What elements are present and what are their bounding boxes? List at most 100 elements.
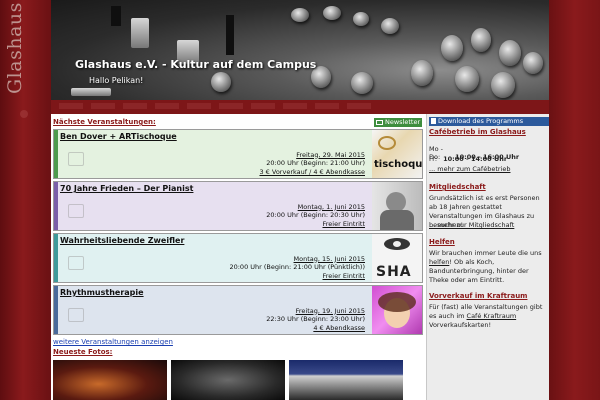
event-title[interactable]: 70 Jahre Frieden – Der Pianist <box>60 184 193 193</box>
event-accent-bar <box>54 182 58 230</box>
sidebar: Download des Programms Cafébetrieb im Gl… <box>426 114 549 400</box>
nav-item[interactable] <box>155 103 179 109</box>
membership-more-link[interactable]: ... mehr zur Mitgliedschaft <box>429 221 514 229</box>
mail-icon <box>376 120 383 125</box>
event-accent-bar <box>54 234 58 282</box>
help-heading[interactable]: Helfen <box>429 238 455 246</box>
eye-graphic <box>393 241 401 247</box>
event-thumbnail-text: SHA <box>376 264 412 280</box>
latest-photo[interactable] <box>289 360 403 400</box>
decor-dot <box>20 110 28 118</box>
console-knob <box>455 66 479 92</box>
event-thumbnail[interactable]: SHA <box>372 234 422 282</box>
help-text: Wir brauchen immer Leute die uns helfen!… <box>429 249 547 285</box>
newsletter-label: Newsletter <box>385 118 421 126</box>
event-card[interactable]: Wahrheitsliebende Zweifler Montag, 15. J… <box>53 233 423 283</box>
kraftraum-link[interactable]: Café Kraftraum <box>467 312 517 320</box>
content-area: Nächste Veranstaltungen: Newsletter Ben … <box>51 114 549 400</box>
event-date[interactable]: Montag, 1. Juni 2015 <box>266 203 365 212</box>
event-price: Freier Eintritt <box>322 219 366 228</box>
nav-item[interactable] <box>315 103 339 109</box>
event-card[interactable]: Rhythmustherapie Freitag, 19. Juni 2015 … <box>53 285 423 335</box>
event-price: 3 € Vorverkauf / 4 € Abendkasse <box>259 167 365 176</box>
photos-heading[interactable]: Neueste Fotos: <box>53 348 112 356</box>
event-thumbnail[interactable] <box>372 286 422 334</box>
console-knob <box>471 28 491 52</box>
console-slot <box>111 6 121 26</box>
console-knob <box>411 60 433 86</box>
cafe-heading[interactable]: Cafébetrieb im Glashaus <box>429 128 526 136</box>
event-thumbnail-text: tischoque <box>374 159 422 170</box>
console-knob <box>523 52 543 74</box>
film-camera-icon <box>68 204 84 218</box>
console-knob <box>353 12 369 26</box>
coffee-cup-icon <box>68 152 84 166</box>
event-time: 20:00 Uhr (Beginn: 20:30 Uhr) <box>266 211 365 219</box>
event-card[interactable]: 70 Jahre Frieden – Der Pianist Montag, 1… <box>53 181 423 231</box>
portrait-shape <box>380 210 414 230</box>
console-knob <box>351 72 373 94</box>
event-date[interactable]: Montag, 15. Juni 2015 <box>229 255 365 264</box>
console-knob <box>491 72 515 98</box>
event-date[interactable]: Freitag, 19. Juni 2015 <box>266 307 365 316</box>
console-knob <box>291 8 309 22</box>
latest-photo[interactable] <box>171 360 285 400</box>
site-title: Glashaus e.V. - Kultur auf dem Campus <box>75 58 317 71</box>
console-fader <box>71 88 111 96</box>
console-knob <box>441 35 463 61</box>
event-date[interactable]: Freitag, 29. Mai 2015 <box>259 151 365 160</box>
help-link[interactable]: helfen <box>429 258 449 266</box>
coffee-cup-icon <box>68 256 84 270</box>
event-card[interactable]: Ben Dover + ARTischoque Freitag, 29. Mai… <box>53 129 423 179</box>
event-accent-bar <box>54 286 58 334</box>
latest-photo[interactable] <box>53 360 167 400</box>
site-logo[interactable]: Glashaus <box>4 2 26 102</box>
cafe-hours-row: Fr: 10:00 - 14:00 Uhr <box>429 155 507 163</box>
cafe-hours-time: 10:00 - 14:00 Uhr <box>443 155 508 163</box>
console-knob <box>211 72 231 92</box>
hair-graphic <box>378 292 416 312</box>
event-thumbnail[interactable] <box>372 182 422 230</box>
event-title[interactable]: Wahrheitsliebende Zweifler <box>60 236 184 245</box>
nav-item[interactable] <box>59 103 83 109</box>
nav-item[interactable] <box>347 103 371 109</box>
left-decor-band: Glashaus <box>0 0 51 400</box>
guitar-icon <box>68 308 84 322</box>
event-time: 22:30 Uhr (Beginn: 23:00 Uhr) <box>266 315 365 323</box>
membership-heading[interactable]: Mitgliedschaft <box>429 183 486 191</box>
event-accent-bar <box>54 130 58 178</box>
nav-item[interactable] <box>251 103 275 109</box>
event-price: 4 € Abendkasse <box>313 323 365 332</box>
right-decor-band <box>549 0 600 400</box>
event-title[interactable]: Rhythmustherapie <box>60 288 144 297</box>
console-knob <box>381 18 399 34</box>
user-greeting: Hallo Pelikan! <box>89 76 144 85</box>
events-heading[interactable]: Nächste Veranstaltungen: <box>53 118 156 126</box>
event-thumbnail[interactable]: tischoque <box>372 130 422 178</box>
artwork-swirl <box>378 136 396 150</box>
cafe-more-link[interactable]: ... mehr zum Cafébetrieb <box>429 165 510 173</box>
more-events-link[interactable]: weitere Veranstaltungen anzeigen <box>53 338 173 346</box>
presale-heading[interactable]: Vorverkauf im Kraftraum <box>429 292 527 300</box>
console-fader <box>131 18 149 48</box>
event-time: 20:00 Uhr (Beginn: 21:00 Uhr) <box>266 159 365 167</box>
event-title[interactable]: Ben Dover + ARTischoque <box>60 132 177 141</box>
console-knob <box>323 6 341 20</box>
newsletter-button[interactable]: Newsletter <box>374 118 422 127</box>
event-price: Freier Eintritt <box>322 271 366 280</box>
nav-item[interactable] <box>123 103 147 109</box>
nav-item[interactable] <box>219 103 243 109</box>
presale-text: Für (fast) alle Veranstaltungen gibt es … <box>429 303 547 330</box>
nav-item[interactable] <box>187 103 211 109</box>
presale-text-end: Vorverkaufskarten! <box>429 321 492 329</box>
event-time: 20:00 Uhr (Beginn: 21:00 Uhr (Pünktlich)… <box>229 263 365 271</box>
cafe-hours-days: Fr: <box>429 155 438 163</box>
header-banner: Glashaus e.V. - Kultur auf dem Campus Ha… <box>51 0 549 100</box>
nav-item[interactable] <box>283 103 307 109</box>
main-navigation <box>51 100 549 114</box>
nav-item[interactable] <box>91 103 115 109</box>
document-icon <box>431 118 436 124</box>
download-program-button[interactable]: Download des Programms <box>429 117 549 126</box>
portrait-shape <box>386 192 406 212</box>
download-label: Download des Programms <box>438 117 524 125</box>
